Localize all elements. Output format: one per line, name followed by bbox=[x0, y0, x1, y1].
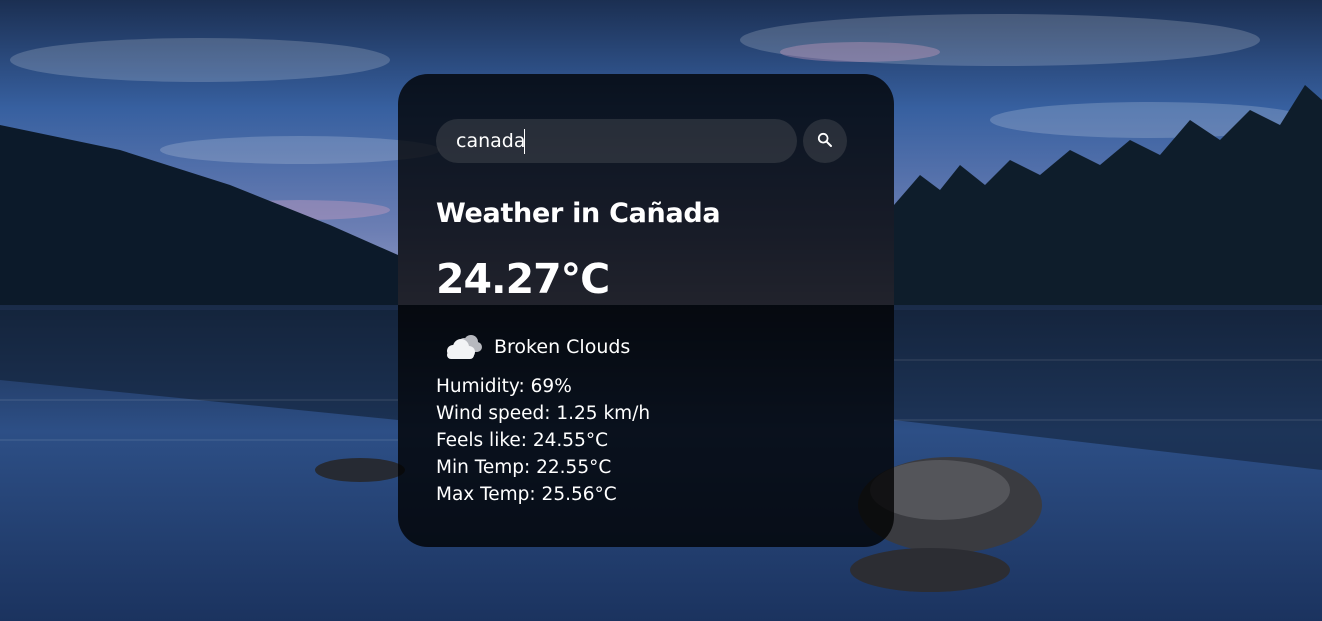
temperature-value: 24.27°C bbox=[436, 255, 610, 303]
weather-condition: Broken Clouds bbox=[436, 327, 856, 367]
search-bar bbox=[436, 119, 856, 163]
weather-description: Broken Clouds bbox=[494, 336, 631, 358]
max-temp-text: Max Temp: 25.56°C bbox=[436, 484, 617, 505]
weather-card: Weather in Cañada 24.27°C Broken Clouds bbox=[398, 74, 894, 547]
wind-speed-text: Wind speed: 1.25 km/h bbox=[436, 403, 651, 424]
search-icon bbox=[817, 132, 833, 151]
city-heading: Weather in Cañada bbox=[436, 198, 721, 229]
search-button[interactable] bbox=[803, 119, 847, 163]
search-input[interactable] bbox=[436, 119, 797, 163]
broken-clouds-icon bbox=[438, 327, 486, 367]
feels-like-text: Feels like: 24.55°C bbox=[436, 430, 609, 451]
humidity-text: Humidity: 69% bbox=[436, 376, 572, 397]
text-cursor bbox=[524, 129, 525, 154]
min-temp-text: Min Temp: 22.55°C bbox=[436, 457, 612, 478]
weather-details: Humidity: 69% Wind speed: 1.25 km/h Feel… bbox=[436, 373, 856, 508]
